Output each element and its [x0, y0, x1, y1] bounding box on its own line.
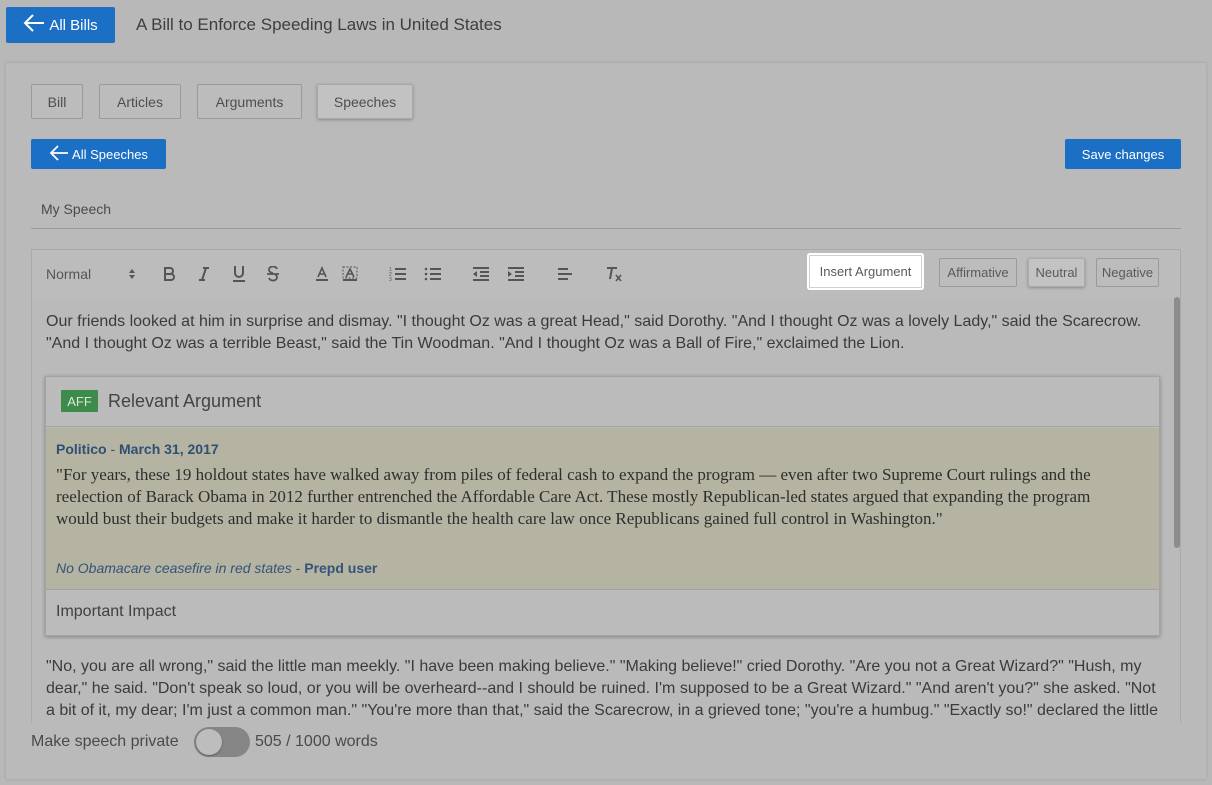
select-arrows-icon	[128, 268, 136, 280]
tab-speeches[interactable]: Speeches	[317, 84, 413, 119]
argument-card-header: AFF Relevant Argument	[46, 377, 1159, 427]
strikethrough-icon[interactable]	[261, 250, 285, 297]
speech-editor-panel: Bill Articles Arguments Speeches All Spe…	[6, 63, 1206, 779]
negative-button[interactable]: Negative	[1096, 258, 1159, 287]
evidence-source-separator: -	[291, 560, 305, 576]
speech-paragraph: Our friends looked at him in surprise an…	[46, 313, 1142, 352]
speech-paragraph: "No, you are all wrong," said the little…	[46, 658, 1158, 719]
clear-format-icon[interactable]	[602, 250, 626, 297]
bill-title: A Bill to Enforce Speeding Laws in Unite…	[136, 15, 502, 34]
heading-select[interactable]: Normal	[46, 250, 136, 297]
private-label: Make speech private	[31, 733, 179, 750]
all-speeches-button[interactable]: All Speeches	[31, 139, 166, 169]
editor-toolbar: Normal 123 Insert Argument Affirmative N…	[31, 249, 1181, 298]
evidence-date: March 31, 2017	[119, 441, 219, 457]
arrow-left-icon	[23, 13, 45, 37]
speech-editor[interactable]: Our friends looked at him in surprise an…	[31, 298, 1181, 723]
indent-icon[interactable]	[504, 250, 528, 297]
evidence-separator: -	[106, 441, 120, 457]
bullet-list-icon[interactable]	[421, 250, 445, 297]
arrow-left-icon	[49, 144, 69, 165]
svg-text:3: 3	[389, 277, 392, 282]
evidence-source: No Obamacare ceasefire in red states - P…	[56, 560, 377, 576]
editor-scrollbar[interactable]	[1174, 297, 1180, 548]
tab-bill[interactable]: Bill	[31, 84, 83, 119]
toggle-knob	[196, 729, 222, 755]
evidence-meta: Politico - March 31, 2017	[56, 441, 219, 457]
heading-select-value: Normal	[46, 265, 92, 282]
affirmative-button[interactable]: Affirmative	[939, 258, 1017, 287]
argument-card[interactable]: AFF Relevant Argument Politico - March 3…	[45, 376, 1160, 636]
insert-argument-button[interactable]: Insert Argument	[809, 255, 922, 288]
outdent-icon[interactable]	[469, 250, 493, 297]
neutral-button[interactable]: Neutral	[1028, 258, 1085, 287]
top-bar: All Bills A Bill to Enforce Speeding Law…	[0, 0, 1212, 50]
italic-icon[interactable]	[192, 250, 216, 297]
evidence-source-user: Prepd user	[304, 560, 378, 576]
ordered-list-icon[interactable]: 123	[386, 250, 410, 297]
text-color-icon[interactable]	[312, 250, 332, 297]
save-changes-button[interactable]: Save changes	[1065, 139, 1181, 169]
tab-articles[interactable]: Articles	[99, 84, 181, 119]
argument-impact: Important Impact	[56, 603, 177, 620]
all-bills-label: All Bills	[49, 16, 98, 34]
evidence-publication: Politico	[56, 441, 107, 457]
underline-icon[interactable]	[227, 250, 251, 297]
argument-title: Relevant Argument	[108, 391, 262, 411]
tab-arguments[interactable]: Arguments	[197, 84, 302, 119]
speech-name-field[interactable]: My Speech	[31, 194, 1181, 229]
private-toggle[interactable]	[194, 727, 250, 757]
privacy-row: Make speech private 505 / 1000 words	[31, 727, 431, 757]
evidence-block: Politico - March 31, 2017 "For years, th…	[46, 428, 1159, 590]
word-count: 505 / 1000 words	[255, 733, 378, 750]
aff-badge: AFF	[61, 390, 98, 412]
bold-icon[interactable]	[157, 250, 181, 297]
evidence-source-title: No Obamacare ceasefire in red states	[56, 560, 292, 576]
all-bills-button[interactable]: All Bills	[6, 7, 115, 43]
align-icon[interactable]	[553, 250, 577, 297]
highlight-icon[interactable]	[339, 250, 361, 297]
all-speeches-label: All Speeches	[72, 146, 148, 162]
evidence-quote: "For years, these 19 holdout states have…	[56, 465, 1091, 528]
